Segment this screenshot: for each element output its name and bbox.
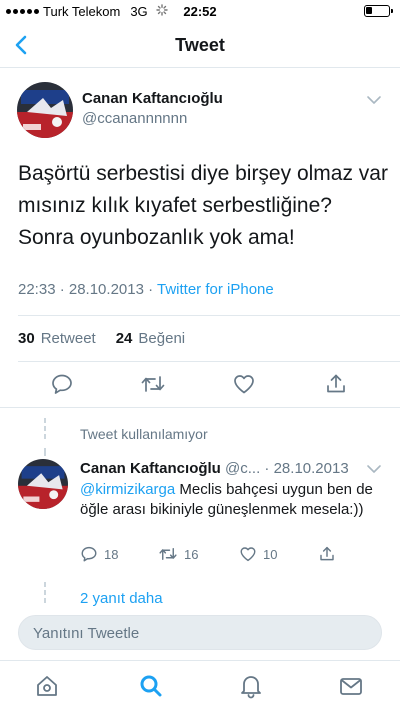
tweet-meta: 22:33 · 28.10.2013 · Twitter for iPhone [18,281,274,298]
tweet-stats: 30 Retweet 24 Beğeni [18,330,185,347]
reply-author-name[interactable]: Canan Kaftancıoğlu [80,460,221,477]
reply-like-button[interactable]: 10 [239,545,277,563]
like-button[interactable] [232,372,256,396]
tweet-actions [0,372,400,398]
status-bar: Turk Telekom 3G 22:52 [0,0,400,22]
chevron-down-icon[interactable] [366,463,382,475]
reply-reply-button[interactable]: 18 [80,545,118,563]
divider [18,315,400,316]
thread-line [44,418,46,442]
thread-line [44,582,46,606]
reply-button[interactable] [50,372,74,396]
unavailable-notice: Tweet kullanılamıyor [80,426,208,442]
tweet-source-link[interactable]: Twitter for iPhone [157,281,274,298]
reply-compose-input[interactable]: Yanıtını Tweetle [18,615,382,650]
reply-handle-date[interactable]: @c... · 28.10.2013 [221,460,349,477]
reply-retweet-count: 16 [184,546,199,562]
retweet-icon [159,548,177,560]
heart-icon [234,375,254,394]
reply-count: 18 [104,546,119,562]
tweet-text: Başörtü serbestisi diye birşey olmaz var… [18,162,388,249]
home-icon [37,676,57,696]
like-label[interactable]: Beğeni [138,330,185,347]
messages-icon [340,678,362,695]
more-replies-link[interactable]: 2 yanıt daha [80,590,163,607]
section-divider [0,407,400,408]
author-avatar[interactable] [17,82,73,138]
battery-fill [366,7,372,14]
share-icon [320,546,334,561]
reply-retweet-button[interactable]: 16 [158,545,198,563]
like-count[interactable]: 24 [116,330,133,347]
tweet-timestamp: 22:33 · 28.10.2013 · [18,281,157,298]
search-icon [140,675,162,697]
author-name[interactable]: Canan Kaftancıoğlu [82,90,223,107]
thread-line [44,448,46,456]
tab-search[interactable] [138,673,164,699]
tab-bar [0,660,400,711]
reply-icon [52,374,72,394]
notifications-icon [241,676,261,699]
heart-icon [240,547,256,562]
chevron-down-icon[interactable] [366,94,382,106]
tab-messages[interactable] [338,673,364,699]
page-title: Tweet [175,35,225,55]
reply-header: Canan Kaftancıoğlu @c... · 28.10.2013 [80,460,349,477]
reply-share-button[interactable] [318,545,336,563]
status-time: 22:52 [183,4,217,19]
reply-author-avatar[interactable] [18,459,68,509]
author-handle[interactable]: @ccanannnnnn [82,110,187,127]
reply-text: @kirmizikarga Meclis bahçesi uygun ben d… [80,480,380,520]
retweet-count[interactable]: 30 [18,330,35,347]
reply-like-count: 10 [263,546,278,562]
retweet-label[interactable]: Retweet [41,330,96,347]
reply-icon [81,546,97,562]
battery-icon [364,5,393,17]
nav-bar: Tweet [0,22,400,68]
retweet-icon [141,376,165,392]
reply-actions: 18 16 10 [0,545,400,567]
share-button[interactable] [324,372,348,396]
tab-notifications[interactable] [238,673,264,699]
divider [18,361,400,362]
tab-home[interactable] [34,673,60,699]
retweet-button[interactable] [140,372,166,396]
reply-mention-link[interactable]: @kirmizikarga [80,481,175,498]
share-icon [327,374,345,393]
